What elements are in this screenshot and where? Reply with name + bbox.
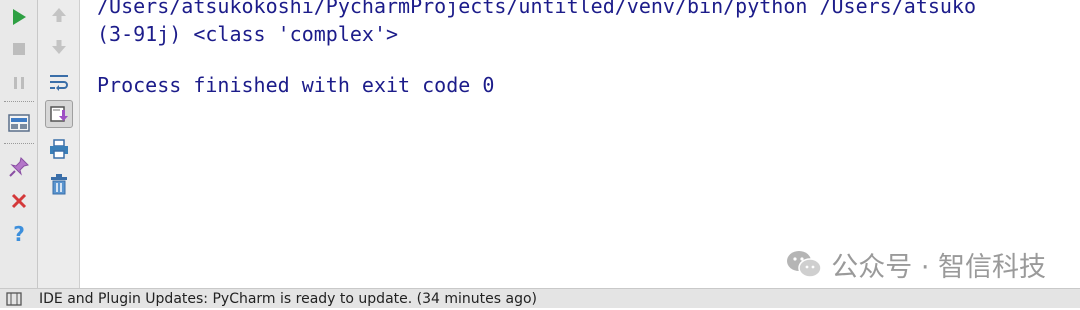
close-icon[interactable]: [7, 189, 31, 213]
console-toolbar: [38, 0, 80, 288]
wechat-icon: [787, 251, 822, 278]
pause-icon[interactable]: [7, 71, 31, 95]
status-bar: IDE and Plugin Updates: PyCharm is ready…: [0, 288, 1080, 308]
help-icon[interactable]: ?: [7, 222, 31, 246]
toolbar-separator: [4, 101, 34, 102]
svg-text:?: ?: [13, 223, 25, 245]
watermark: 公众号 · 智信科技: [785, 246, 1046, 283]
print-icon[interactable]: [47, 137, 71, 161]
down-arrow-icon[interactable]: [47, 35, 71, 59]
status-message[interactable]: IDE and Plugin Updates: PyCharm is ready…: [39, 291, 537, 307]
scroll-to-end-icon[interactable]: [45, 100, 73, 128]
run-icon[interactable]: [7, 5, 31, 29]
soft-wrap-icon[interactable]: [47, 70, 71, 94]
up-arrow-icon[interactable]: [47, 3, 71, 27]
trash-icon[interactable]: [47, 172, 71, 196]
status-toggle-icon[interactable]: [6, 291, 22, 310]
layout-icon[interactable]: [7, 111, 31, 135]
console-line-output: (3-91j) <class 'complex'>: [97, 22, 399, 46]
pin-icon[interactable]: [7, 155, 31, 179]
watermark-text: 公众号 · 智信科技: [831, 251, 1046, 283]
stop-icon[interactable]: [7, 37, 31, 61]
console-line-command: /Users/atsukokoshi/PycharmProjects/untit…: [97, 0, 976, 18]
run-toolbar: ?: [0, 0, 38, 288]
toolbar-separator: [4, 143, 34, 144]
console-line-exit: Process finished with exit code 0: [97, 73, 495, 97]
